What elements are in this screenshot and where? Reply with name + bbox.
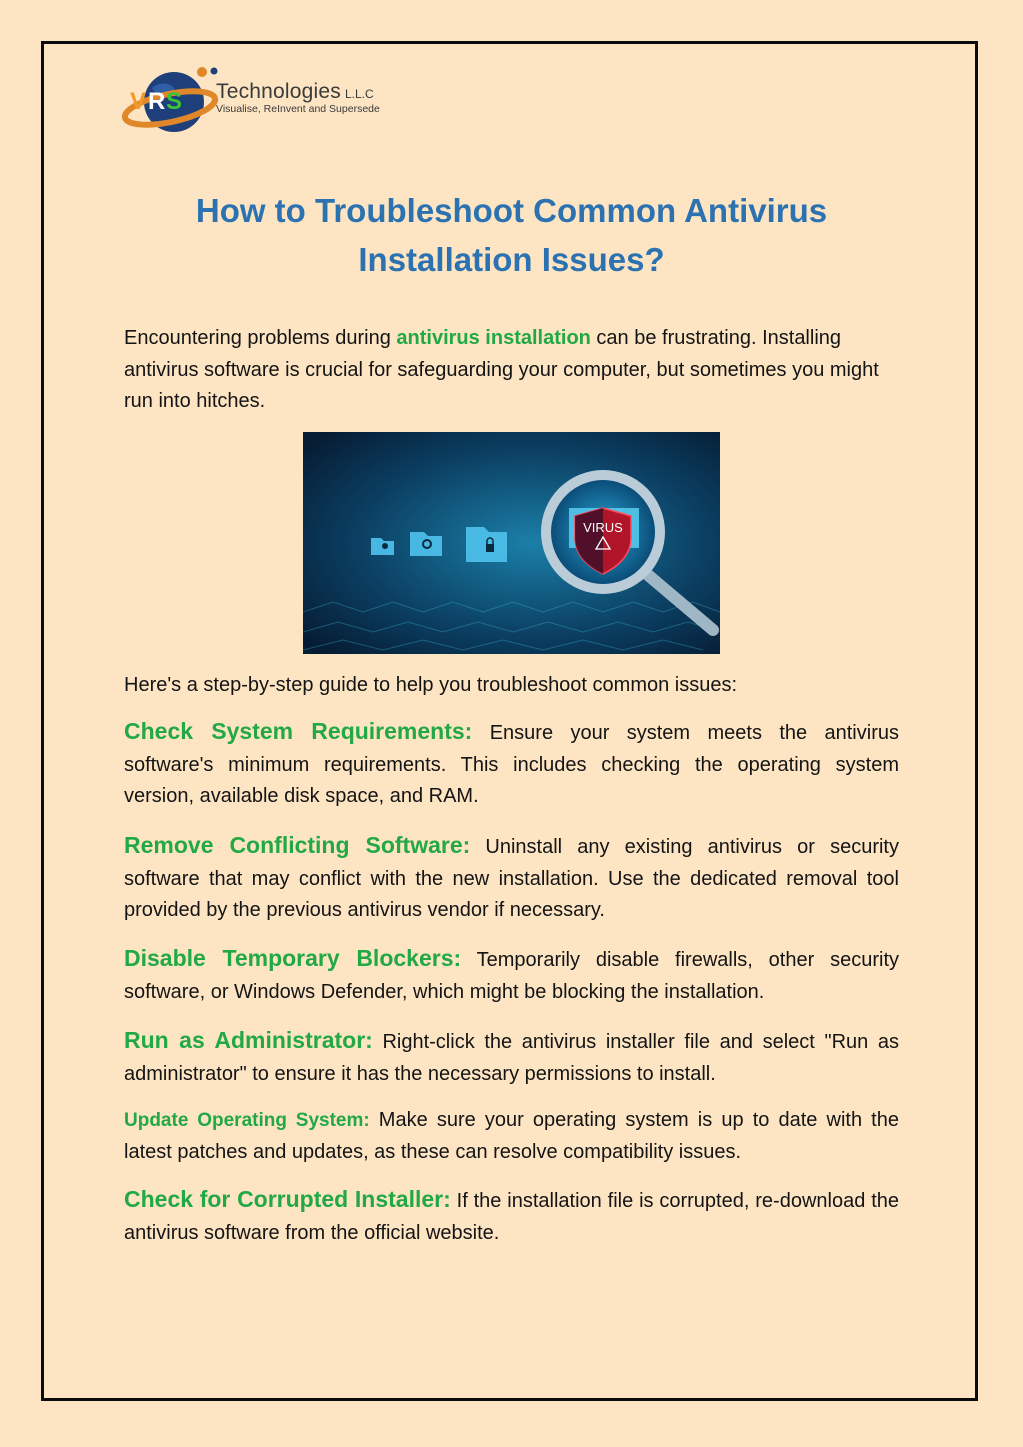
title-line-1: How to Troubleshoot Common Antivirus <box>195 192 828 229</box>
company-logo: V R S Technologies L.L.C Visualise, ReInv… <box>121 64 412 140</box>
globe-logo-icon: V R S <box>121 67 219 132</box>
logo-name: Technologies <box>216 80 341 103</box>
step-heading: Check for Corrupted Installer: <box>124 1186 451 1212</box>
step-item: Remove Conflicting Software: Uninstall a… <box>124 830 899 927</box>
step-heading: Remove Conflicting Software: <box>124 832 471 858</box>
svg-text:V: V <box>130 88 146 115</box>
logo-suffix: L.L.C <box>345 87 374 101</box>
step-item: Check for Corrupted Installer: If the in… <box>124 1184 899 1249</box>
shield-virus-label: VIRUS <box>583 520 623 535</box>
step-item: Disable Temporary Blockers: Temporarily … <box>124 943 899 1008</box>
svg-text:S: S <box>166 88 182 115</box>
step-item: Run as Administrator: Right-click the an… <box>124 1025 899 1090</box>
title-line-2: Installation Issues? <box>358 241 665 278</box>
step-heading: Update Operating System: <box>124 1110 370 1131</box>
step-heading: Check System Requirements: <box>124 718 473 744</box>
step-item: Update Operating System: Make sure your … <box>124 1105 899 1168</box>
guide-intro: Here's a step-by-step guide to help you … <box>124 674 738 696</box>
antivirus-installation-link[interactable]: antivirus installation <box>396 327 590 349</box>
intro-text: Encountering problems during <box>124 327 397 349</box>
logo-tagline: Visualise, ReInvent and Supersede <box>216 103 380 115</box>
hero-image: VIRUS <box>303 432 720 654</box>
step-item: Check System Requirements: Ensure your s… <box>124 716 899 813</box>
svg-text:R: R <box>148 88 165 115</box>
step-heading: Run as Administrator: <box>124 1027 373 1053</box>
intro-paragraph: Encountering problems during antivirus i… <box>124 323 899 418</box>
step-heading: Disable Temporary Blockers: <box>124 945 462 971</box>
page-title: How to Troubleshoot Common Antivirus Ins… <box>100 186 923 284</box>
